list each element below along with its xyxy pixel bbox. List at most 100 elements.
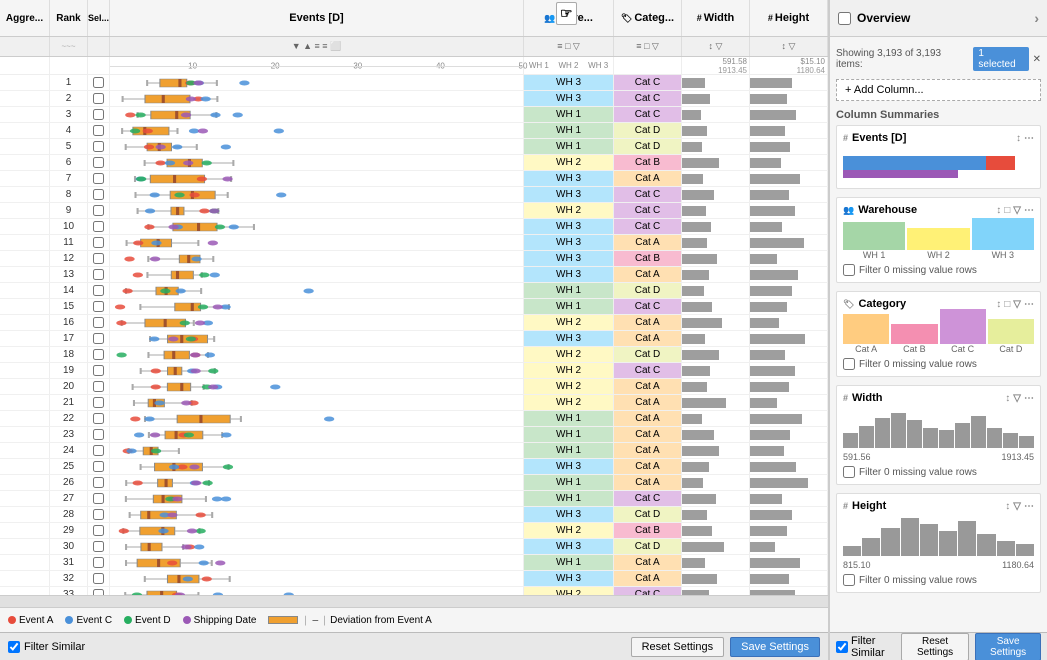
warehouse-filter-missing[interactable]: Filter 0 missing value rows [843, 264, 1034, 276]
height-summary-icons[interactable]: ↕ ▽ ⋯ [1005, 501, 1034, 512]
reset-settings-button[interactable]: Reset Settings [631, 637, 725, 657]
table-row[interactable]: 15 [0, 299, 828, 315]
table-row[interactable]: 11 [0, 235, 828, 251]
table-row[interactable]: 1 [0, 75, 828, 91]
table-row[interactable]: 13 [0, 267, 828, 283]
table-row[interactable]: 4 [0, 123, 828, 139]
cell-sel[interactable] [88, 267, 110, 282]
row-checkbox[interactable] [93, 429, 104, 440]
row-checkbox[interactable] [93, 509, 104, 520]
row-checkbox[interactable] [93, 349, 104, 360]
row-checkbox[interactable] [93, 365, 104, 376]
row-checkbox[interactable] [93, 413, 104, 424]
width-filter-missing[interactable]: Filter 0 missing value rows [843, 466, 1034, 478]
category-summary-icons[interactable]: ↕ □ ▽ ⋯ [996, 299, 1034, 310]
cell-sel[interactable] [88, 395, 110, 410]
row-checkbox[interactable] [93, 157, 104, 168]
table-row[interactable]: 29 [0, 523, 828, 539]
row-checkbox[interactable] [93, 109, 104, 120]
header-events[interactable]: Events [D] [110, 0, 524, 36]
right-filter-similar-checkbox[interactable] [836, 641, 848, 653]
row-checkbox[interactable] [93, 221, 104, 232]
cell-sel[interactable] [88, 379, 110, 394]
table-row[interactable]: 27 [0, 491, 828, 507]
h-scrollbar[interactable] [0, 595, 828, 607]
table-row[interactable]: 17 [0, 331, 828, 347]
cell-sel[interactable] [88, 219, 110, 234]
cell-sel[interactable] [88, 299, 110, 314]
table-row[interactable]: 14 [0, 283, 828, 299]
filter-similar-checkbox[interactable] [8, 641, 20, 653]
cell-sel[interactable] [88, 459, 110, 474]
right-save-button[interactable]: Save Settings [975, 633, 1041, 660]
cell-sel[interactable] [88, 507, 110, 522]
table-row[interactable]: 7 [0, 171, 828, 187]
table-row[interactable]: 10 [0, 219, 828, 235]
row-checkbox[interactable] [93, 285, 104, 296]
height-filter-missing[interactable]: Filter 0 missing value rows [843, 574, 1034, 586]
header-width[interactable]: # Width [682, 0, 750, 36]
cell-sel[interactable] [88, 315, 110, 330]
header-aggre[interactable]: Aggre... [0, 0, 50, 36]
cell-sel[interactable] [88, 363, 110, 378]
header-height[interactable]: # Height [750, 0, 828, 36]
row-checkbox[interactable] [93, 381, 104, 392]
row-checkbox[interactable] [93, 237, 104, 248]
table-row[interactable]: 8 [0, 187, 828, 203]
category-filter-missing[interactable]: Filter 0 missing value rows [843, 358, 1034, 370]
row-checkbox[interactable] [93, 93, 104, 104]
table-row[interactable]: 19 [0, 363, 828, 379]
row-checkbox[interactable] [93, 301, 104, 312]
header-category[interactable]: 🏷 Categ... [614, 0, 682, 36]
cell-sel[interactable] [88, 491, 110, 506]
filter-category[interactable]: ≡ □ ▽ [614, 37, 682, 56]
cell-sel[interactable] [88, 123, 110, 138]
save-settings-button[interactable]: Save Settings [730, 637, 820, 657]
row-checkbox[interactable] [93, 205, 104, 216]
cell-sel[interactable] [88, 91, 110, 106]
right-reset-button[interactable]: Reset Settings [901, 633, 969, 660]
cell-sel[interactable] [88, 571, 110, 586]
table-row[interactable]: 24 [0, 443, 828, 459]
cell-sel[interactable] [88, 187, 110, 202]
table-row[interactable]: 3 [0, 107, 828, 123]
cell-sel[interactable] [88, 443, 110, 458]
warehouse-filter-checkbox[interactable] [843, 264, 855, 276]
cell-sel[interactable] [88, 171, 110, 186]
filter-height[interactable]: ↕ ▽ [750, 37, 828, 56]
row-checkbox[interactable] [93, 477, 104, 488]
cell-sel[interactable] [88, 155, 110, 170]
expand-icon[interactable]: › [1034, 10, 1039, 26]
row-checkbox[interactable] [93, 525, 104, 536]
cell-sel[interactable] [88, 475, 110, 490]
filter-events[interactable]: ▼ ▲ ≡ ≡ ⬜ [110, 37, 524, 56]
width-filter-checkbox[interactable] [843, 466, 855, 478]
cell-sel[interactable] [88, 331, 110, 346]
cell-sel[interactable] [88, 283, 110, 298]
cell-sel[interactable] [88, 427, 110, 442]
cell-sel[interactable] [88, 347, 110, 362]
cell-sel[interactable] [88, 203, 110, 218]
row-checkbox[interactable] [93, 557, 104, 568]
cell-sel[interactable] [88, 411, 110, 426]
row-checkbox[interactable] [93, 445, 104, 456]
cell-sel[interactable] [88, 539, 110, 554]
table-row[interactable]: 20 [0, 379, 828, 395]
header-warehouse[interactable]: 👥 Ware... ☞ [524, 0, 614, 36]
filter-similar-area[interactable]: Filter Similar [8, 641, 85, 653]
row-checkbox[interactable] [93, 269, 104, 280]
row-checkbox[interactable] [93, 189, 104, 200]
row-checkbox[interactable] [93, 317, 104, 328]
table-row[interactable]: 21 [0, 395, 828, 411]
overview-checkbox[interactable] [838, 12, 851, 25]
cell-sel[interactable] [88, 107, 110, 122]
header-sel[interactable]: Sel... [88, 0, 110, 36]
data-area[interactable]: 1 [0, 75, 828, 595]
table-row[interactable]: 9 [0, 203, 828, 219]
selected-badge[interactable]: 1 selected [973, 47, 1028, 71]
table-row[interactable]: 32 [0, 571, 828, 587]
height-filter-checkbox[interactable] [843, 574, 855, 586]
filter-warehouse[interactable]: ≡ □ ▽ [524, 37, 614, 56]
row-checkbox[interactable] [93, 397, 104, 408]
row-checkbox[interactable] [93, 77, 104, 88]
